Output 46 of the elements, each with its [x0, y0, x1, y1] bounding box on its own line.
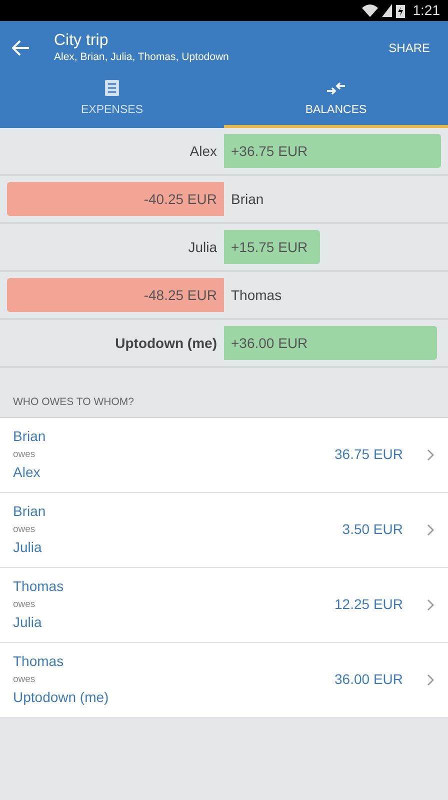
- chevron-right-icon: [427, 524, 434, 536]
- balance-bar: +36.00 EUR: [224, 326, 437, 360]
- chevron-right-icon: [427, 448, 434, 461]
- debt-row[interactable]: Brian owes Alex 36.75 EUR: [0, 418, 448, 493]
- owes-label: owes: [13, 523, 36, 538]
- balance-bar: -48.25 EUR: [7, 278, 224, 312]
- debtor-name: Brian: [13, 428, 47, 446]
- owes-label: owes: [13, 673, 36, 688]
- debtor-name: Thomas: [13, 578, 65, 596]
- battery-icon: [396, 4, 405, 18]
- person-name: Alex: [188, 142, 218, 160]
- status-time: 1:21: [412, 1, 440, 20]
- creditor-name: Julia: [13, 614, 43, 632]
- debt-row[interactable]: Thomas owes Uptodown (me) 36.00 EUR: [0, 642, 448, 718]
- person-name: Uptodown (me): [114, 334, 218, 353]
- trip-title: City trip: [54, 30, 110, 50]
- swap-arrows-icon: [327, 80, 345, 96]
- debt-amount: 36.00 EUR: [334, 670, 403, 690]
- person-name: Julia: [187, 238, 218, 256]
- creditor-name: Alex: [13, 464, 42, 482]
- person-name: Brian: [230, 190, 265, 208]
- person-name: Thomas: [230, 286, 283, 304]
- debt-row[interactable]: Brian owes Julia 3.50 EUR: [0, 492, 448, 568]
- tab[interactable]: EXPENSES: [0, 75, 224, 128]
- debt-row[interactable]: Thomas owes Julia 12.25 EUR: [0, 568, 448, 643]
- balance-bar: -40.25 EUR: [7, 182, 224, 216]
- debt-amount: 36.75 EUR: [334, 445, 403, 464]
- creditor-name: Julia: [13, 539, 43, 556]
- creditor-name: Uptodown (me): [13, 689, 110, 706]
- owes-label: owes: [13, 448, 36, 462]
- debtor-name: Brian: [13, 503, 47, 520]
- participants-subtitle: Alex, Brian, Julia, Thomas, Uptodown: [54, 50, 230, 65]
- balance-bar: +15.75 EUR: [224, 230, 320, 264]
- debtor-name: Thomas: [13, 653, 65, 670]
- signal-icon: [382, 4, 392, 17]
- balance-bar: +36.75 EUR: [224, 134, 441, 168]
- wifi-icon: [362, 4, 378, 17]
- list-icon: [105, 80, 119, 96]
- debt-amount: 3.50 EUR: [342, 520, 403, 540]
- tab[interactable]: BALANCES: [224, 75, 448, 128]
- back-button[interactable]: [12, 40, 30, 56]
- chevron-right-icon: [427, 598, 434, 611]
- debt-amount: 12.25 EUR: [334, 595, 403, 614]
- owes-label: owes: [13, 598, 36, 612]
- chevron-right-icon: [427, 674, 434, 686]
- share-button[interactable]: SHARE: [384, 35, 434, 61]
